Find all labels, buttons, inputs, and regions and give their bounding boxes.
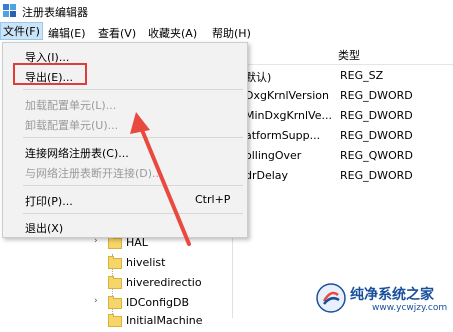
watermark: 纯净系统之家 www.ycwjzy.com	[316, 281, 453, 318]
annotation-arrow	[130, 112, 191, 246]
watermark-logo-icon	[316, 283, 346, 313]
watermark-url: www.ycwjzy.com	[372, 303, 448, 313]
watermark-text: 纯净系统之家	[350, 287, 434, 303]
